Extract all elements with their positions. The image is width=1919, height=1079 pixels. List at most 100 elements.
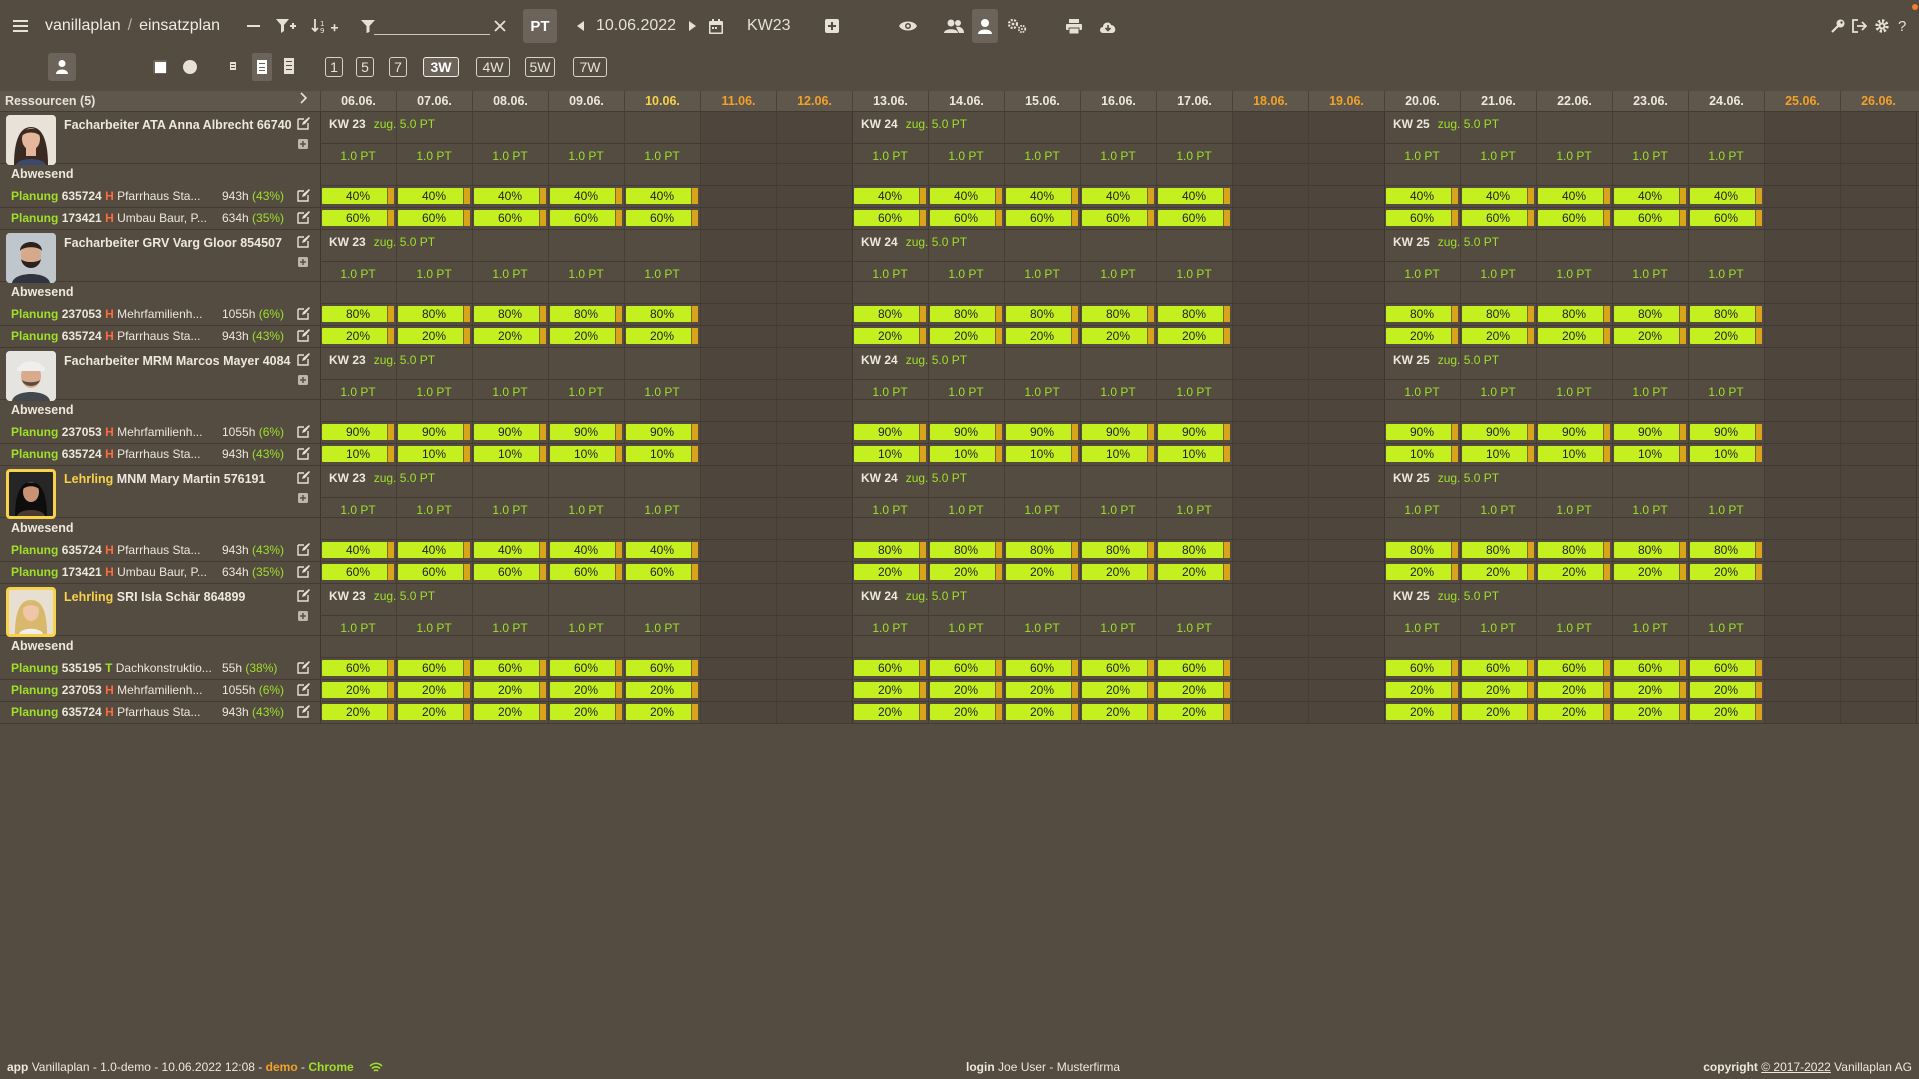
allocation-bar[interactable]: 60% [1158,210,1230,226]
allocation-bar[interactable]: 60% [550,660,622,676]
edit-icon[interactable] [297,307,311,321]
allocation-bar[interactable]: 20% [398,328,470,344]
allocation-bar[interactable]: 80% [854,306,926,322]
allocation-bar[interactable]: 60% [1690,660,1762,676]
allocation-bar[interactable]: 20% [474,328,546,344]
allocation-bar[interactable]: 20% [930,564,1002,580]
allocation-bar[interactable]: 80% [1158,542,1230,558]
allocation-bar[interactable]: 80% [1462,542,1534,558]
allocation-bar[interactable]: 20% [398,704,470,720]
add-row-icon[interactable] [298,610,312,624]
allocation-bar[interactable]: 40% [626,542,698,558]
resource-name[interactable]: Facharbeiter ATA Anna Albrecht 66740 [64,118,292,132]
allocation-bar[interactable]: 90% [1006,424,1078,440]
plan-row-label[interactable]: Planung 635724 H Pfarrhaus Sta... 943h (4… [11,189,296,203]
circle-mode-icon[interactable] [183,60,197,74]
allocation-bar[interactable]: 20% [1538,564,1610,580]
allocation-bar[interactable]: 20% [854,682,926,698]
allocation-bar[interactable]: 80% [930,306,1002,322]
allocation-bar[interactable]: 40% [1538,188,1610,204]
allocation-bar[interactable]: 60% [930,210,1002,226]
edit-icon[interactable] [297,211,311,225]
allocation-bar[interactable]: 20% [1462,682,1534,698]
pt-unit-button[interactable]: PT [523,9,557,43]
allocation-bar[interactable]: 80% [1690,542,1762,558]
allocation-bar[interactable]: 60% [1386,660,1458,676]
allocation-bar[interactable]: 20% [1386,704,1458,720]
edit-icon[interactable] [297,329,311,343]
allocation-bar[interactable]: 20% [1690,564,1762,580]
allocation-bar[interactable]: 20% [1462,564,1534,580]
single-user-icon[interactable] [972,9,998,43]
allocation-bar[interactable]: 60% [1538,210,1610,226]
allocation-bar[interactable]: 80% [550,306,622,322]
allocation-bar[interactable]: 10% [854,446,926,462]
allocation-bar[interactable]: 80% [626,306,698,322]
allocation-bar[interactable]: 20% [1538,328,1610,344]
current-date[interactable]: 10.06.2022 [596,13,676,39]
allocation-bar[interactable]: 80% [1538,306,1610,322]
allocation-bar[interactable]: 40% [398,188,470,204]
edit-icon[interactable] [297,683,311,697]
allocation-bar[interactable]: 90% [626,424,698,440]
allocation-bar[interactable]: 10% [1690,446,1762,462]
allocation-bar[interactable]: 60% [626,210,698,226]
allocation-bar[interactable]: 40% [930,188,1002,204]
allocation-bar[interactable]: 80% [930,542,1002,558]
allocation-bar[interactable]: 80% [1462,306,1534,322]
allocation-bar[interactable]: 80% [1082,306,1154,322]
allocation-bar[interactable]: 20% [550,328,622,344]
view-button-1[interactable]: 1 [325,57,343,77]
allocation-bar[interactable]: 80% [322,306,394,322]
allocation-bar[interactable]: 60% [930,660,1002,676]
allocation-bar[interactable]: 20% [1690,328,1762,344]
allocation-bar[interactable]: 10% [1006,446,1078,462]
view-button-3w[interactable]: 3W [423,57,459,77]
filter-input[interactable] [374,15,490,35]
allocation-bar[interactable]: 40% [474,542,546,558]
allocation-bar[interactable]: 60% [398,210,470,226]
allocation-bar[interactable]: 20% [930,682,1002,698]
allocation-bar[interactable]: 20% [322,704,394,720]
resource-name[interactable]: Lehrling SRI Isla Schär 864899 [64,590,292,604]
allocation-bar[interactable]: 20% [854,564,926,580]
allocation-bar[interactable]: 10% [550,446,622,462]
allocation-bar[interactable]: 80% [1082,542,1154,558]
view-button-5w[interactable]: 5W [525,57,555,77]
view-button-7w[interactable]: 7W [573,57,607,77]
edit-icon[interactable] [297,661,311,675]
allocation-bar[interactable]: 80% [1690,306,1762,322]
allocation-bar[interactable]: 60% [1082,210,1154,226]
allocation-bar[interactable]: 40% [474,188,546,204]
allocation-bar[interactable]: 20% [626,704,698,720]
allocation-bar[interactable]: 90% [398,424,470,440]
allocation-bar[interactable]: 40% [1158,188,1230,204]
allocation-bar[interactable]: 20% [1538,704,1610,720]
allocation-bar[interactable]: 60% [1614,660,1686,676]
allocation-bar[interactable]: 20% [1082,704,1154,720]
allocation-bar[interactable]: 80% [1158,306,1230,322]
allocation-bar[interactable]: 20% [1386,682,1458,698]
allocation-bar[interactable]: 20% [474,682,546,698]
edit-icon[interactable] [297,425,311,439]
allocation-bar[interactable]: 20% [1158,328,1230,344]
allocation-bar[interactable]: 60% [322,210,394,226]
sort-add-icon[interactable]: 19 [311,13,339,39]
allocation-bar[interactable]: 20% [1082,328,1154,344]
previous-date-icon[interactable] [577,13,585,39]
allocation-bar[interactable]: 90% [1462,424,1534,440]
breadcrumb-app[interactable]: vanillaplan [45,17,121,35]
allocation-bar[interactable]: 90% [474,424,546,440]
row-height-small-icon[interactable] [229,60,237,75]
plan-row-label[interactable]: Planung 173421 H Umbau Baur, P... 634h (3… [11,565,296,579]
edit-icon[interactable] [297,117,311,131]
edit-icon[interactable] [297,565,311,579]
allocation-bar[interactable]: 40% [1386,188,1458,204]
allocation-bar[interactable]: 80% [1006,542,1078,558]
collapse-icon[interactable] [247,13,261,39]
allocation-bar[interactable]: 60% [1386,210,1458,226]
allocation-bar[interactable]: 40% [1690,188,1762,204]
edit-icon[interactable] [297,589,311,603]
breadcrumb-page[interactable]: einsatzplan [139,17,220,35]
allocation-bar[interactable]: 20% [930,704,1002,720]
